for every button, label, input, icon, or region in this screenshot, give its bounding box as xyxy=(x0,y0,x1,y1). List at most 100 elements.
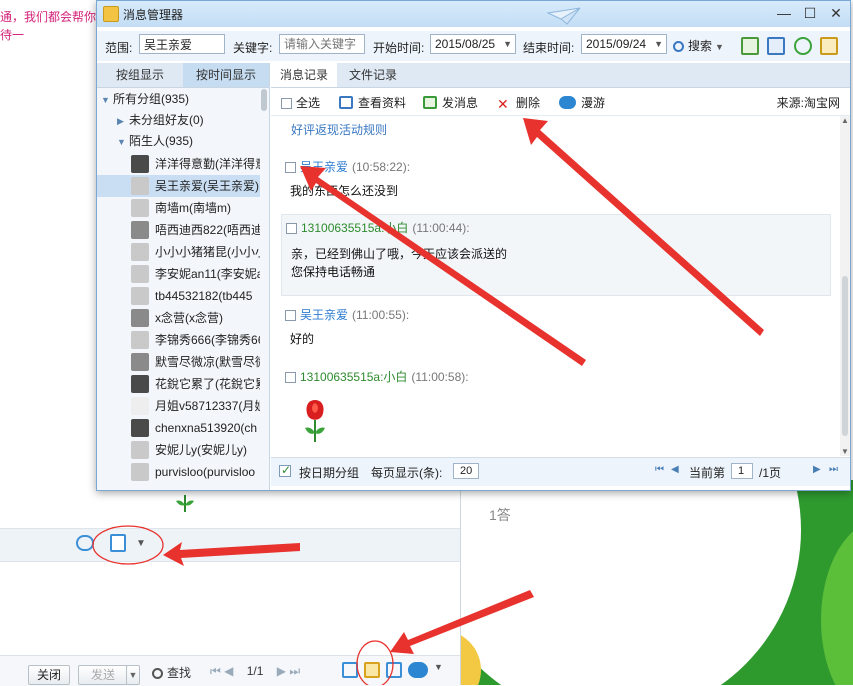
delete-button[interactable]: ✕ 删除 xyxy=(497,94,540,111)
end-date-picker[interactable]: 2015/09/24 ▼ xyxy=(581,34,667,54)
export-icon[interactable] xyxy=(741,37,759,55)
message-header: 13100635515a:小白 (11:00:44): xyxy=(286,219,470,236)
filter-bar: 范围: 关键字: 开始时间: 2015/08/25 ▼ 结束时间: 2015/09… xyxy=(97,31,850,61)
avatar xyxy=(131,331,149,349)
tree-all-groups-label: 所有分组(935) xyxy=(113,92,190,106)
contact-item[interactable]: tb44532182(tb445 xyxy=(97,285,261,307)
background-line-2: 待一 xyxy=(0,28,25,42)
rule-link[interactable]: 好评返现活动规则 xyxy=(291,121,387,138)
maximize-button[interactable]: ☐ xyxy=(799,3,821,23)
last-page-icon[interactable]: ⏭ xyxy=(289,664,300,678)
background-decoration xyxy=(461,480,853,685)
tree-strangers[interactable]: ▼ 陌生人(935) xyxy=(117,131,193,151)
send-button[interactable]: 发送 xyxy=(78,665,128,685)
prev-page-icon[interactable]: ◀ xyxy=(671,464,679,475)
message-manager-icon[interactable] xyxy=(110,534,126,552)
contact-name: 花銳它累了(花銳它累 xyxy=(155,377,261,391)
view-profile-button[interactable]: 查看资料 xyxy=(339,94,406,111)
start-date-picker[interactable]: 2015/08/25 ▼ xyxy=(430,34,516,54)
keyboard-icon[interactable] xyxy=(342,662,358,678)
contact-item[interactable]: 李安妮an11(李安妮a xyxy=(97,263,261,285)
view-profile-label: 查看资料 xyxy=(358,96,407,110)
tab-by-group[interactable]: 按组显示 xyxy=(97,63,183,87)
chevron-down-icon[interactable]: ▼ xyxy=(136,538,146,549)
group-by-date-checkbox[interactable]: ✓ xyxy=(279,463,291,477)
contact-name: 小小小猪猪昆(小小小 xyxy=(155,245,261,259)
notes-icon[interactable] xyxy=(820,37,838,55)
search-label: 搜索 xyxy=(688,39,713,53)
per-page-input[interactable]: 20 xyxy=(453,463,479,479)
message-checkbox[interactable] xyxy=(285,162,296,173)
scrollbar-thumb[interactable] xyxy=(261,89,267,111)
contact-item[interactable]: 花銳它累了(花銳它累 xyxy=(97,373,261,395)
contact-item[interactable]: 唔西迪西822(唔西迪 xyxy=(97,219,261,241)
current-page-label: 当前第 xyxy=(689,466,726,480)
contact-item[interactable]: 李锦秀666(李锦秀66 xyxy=(97,329,261,351)
contact-item-selected[interactable]: 吴王亲爱(吴王亲爱) xyxy=(97,175,261,197)
picture-icon[interactable] xyxy=(386,662,402,678)
contact-name: 洋洋得意勤(洋洋得意 xyxy=(155,157,261,171)
contact-item[interactable]: x念营(x念营) xyxy=(97,307,261,329)
range-input[interactable] xyxy=(139,34,225,54)
contact-item[interactable]: 默雪尽微凉(默雪尽微 xyxy=(97,351,261,373)
message-line: 我的东西怎么还没到 xyxy=(290,184,399,198)
send-message-button[interactable]: 发消息 xyxy=(423,94,478,111)
keyword-input[interactable] xyxy=(279,34,365,54)
message-sender: 吴王亲爱 xyxy=(300,308,349,322)
delete-x-icon: ✕ xyxy=(497,96,509,112)
tree-all-groups[interactable]: ▼ 所有分组(935) xyxy=(101,89,189,109)
last-page-icon[interactable]: ⏭ xyxy=(829,464,838,475)
end-time-label: 结束时间: xyxy=(523,41,575,55)
find-button[interactable]: 查找 xyxy=(152,664,191,681)
scrollbar-thumb[interactable] xyxy=(842,276,848,436)
search-button[interactable]: 搜索 ▼ xyxy=(673,37,724,54)
chat-bubble-icon[interactable] xyxy=(76,535,94,551)
first-page-icon[interactable]: ⏮ xyxy=(655,464,664,475)
refresh-icon[interactable] xyxy=(794,37,812,55)
select-all-checkbox[interactable]: 全选 xyxy=(281,94,320,111)
roam-button[interactable]: 漫游 xyxy=(559,94,605,111)
send-options-dropdown[interactable]: ▼ xyxy=(126,665,140,685)
current-page-input[interactable]: 1 xyxy=(731,463,753,479)
prev-page-icon[interactable]: ◀ xyxy=(224,664,233,678)
contact-item[interactable]: 南墙m(南墙m) xyxy=(97,197,261,219)
message-checkbox[interactable] xyxy=(285,310,296,321)
minimize-button[interactable]: — xyxy=(773,3,795,23)
tab-file-records[interactable]: 文件记录 xyxy=(337,63,409,87)
scroll-down-icon[interactable]: ▼ xyxy=(841,447,849,456)
cloud-icon[interactable] xyxy=(408,662,428,678)
message-list-scrollbar[interactable]: ▲ ▼ xyxy=(840,116,850,456)
message-checkbox[interactable] xyxy=(285,372,296,383)
contact-item[interactable]: 安妮儿y(安妮儿y) xyxy=(97,439,261,461)
title-bar[interactable]: 消息管理器 — ☐ ✕ xyxy=(97,1,850,27)
tab-by-time[interactable]: 按时间显示 xyxy=(183,63,269,87)
contact-item[interactable]: purvisloo(purvisloo xyxy=(97,461,261,483)
app-icon xyxy=(103,6,119,22)
message-record-icon[interactable] xyxy=(364,662,380,678)
scroll-up-icon[interactable]: ▲ xyxy=(841,116,849,125)
contact-tree-panel: 按组显示 按时间显示 ▼ 所有分组(935) ▶ 未分组好友(0) ▼ 陌生人(935… xyxy=(97,63,270,490)
contact-item[interactable]: 小小小猪猪昆(小小小 xyxy=(97,241,261,263)
contact-name: 月姐v58712337(月姐 xyxy=(155,399,261,413)
message-item: 吴王亲爱 (11:00:55): 好的 xyxy=(281,302,831,358)
import-icon[interactable] xyxy=(767,37,785,55)
first-page-icon[interactable]: ⏮ xyxy=(210,664,221,678)
contact-item[interactable]: chenxna513920(ch xyxy=(97,417,261,439)
end-date-value: 2015/09/24 xyxy=(586,37,647,51)
contact-item[interactable]: 洋洋得意勤(洋洋得意 xyxy=(97,153,261,175)
contact-item[interactable]: 月姐v58712337(月姐 xyxy=(97,395,261,417)
next-page-icon[interactable]: ▶ xyxy=(813,464,821,475)
contact-tree-scrollbar[interactable] xyxy=(260,89,268,489)
avatar xyxy=(131,441,149,459)
expanded-triangle-icon: ▼ xyxy=(101,95,110,105)
close-window-button[interactable]: ✕ xyxy=(825,3,847,23)
contact-name: 默雪尽微凉(默雪尽微 xyxy=(155,355,261,369)
next-page-icon[interactable]: ▶ xyxy=(277,664,286,678)
chevron-down-icon[interactable]: ▼ xyxy=(434,662,443,678)
message-header: 吴王亲爱 (10:58:22): xyxy=(285,158,410,175)
tab-message-records[interactable]: 消息记录 xyxy=(271,63,337,87)
close-button[interactable]: 关闭 xyxy=(28,665,70,685)
message-checkbox[interactable] xyxy=(286,223,297,234)
avatar xyxy=(131,397,149,415)
tree-ungrouped[interactable]: ▶ 未分组好友(0) xyxy=(117,110,204,130)
